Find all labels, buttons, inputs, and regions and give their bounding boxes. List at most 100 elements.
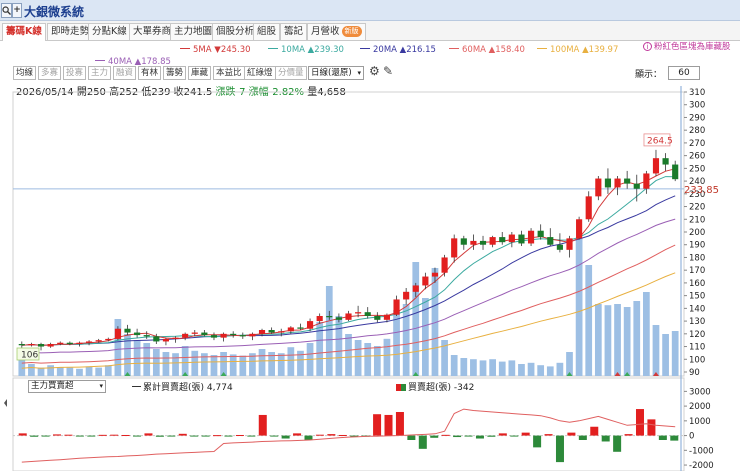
flow-tick-label: 0 <box>689 432 694 442</box>
candle-body <box>355 312 362 314</box>
candle-body <box>306 321 314 329</box>
flow-bar <box>178 433 187 436</box>
price-tick-label: 160 <box>689 279 705 289</box>
volume-bar <box>662 334 669 376</box>
volume-bar <box>575 238 583 376</box>
candle-body <box>662 158 669 165</box>
flow-bar <box>544 434 553 436</box>
flow-bar <box>144 433 153 436</box>
volume-bar <box>489 359 496 376</box>
legend-green-swatch <box>401 384 406 391</box>
candle-body <box>518 234 525 244</box>
flow-bar <box>327 434 336 436</box>
candle-body <box>345 313 352 320</box>
candle-body <box>66 342 73 344</box>
flow-tick-label: -1000 <box>689 446 714 456</box>
candle-body <box>278 331 285 333</box>
flow-bar <box>258 414 267 436</box>
flow-bar <box>75 435 84 437</box>
flow-bar <box>384 414 393 436</box>
candle-body <box>210 335 218 338</box>
volume-bar <box>518 364 525 376</box>
high-marker-label: 264.5 <box>647 136 673 146</box>
volume-bar <box>671 331 679 376</box>
candle-body <box>76 342 83 344</box>
candle-body <box>527 230 535 244</box>
flow-bar <box>201 435 210 437</box>
flow-bar <box>395 412 404 436</box>
flow-bar <box>555 435 564 463</box>
flow-bar <box>247 435 256 437</box>
volume-bar <box>162 352 170 376</box>
flow-bar <box>53 434 62 436</box>
cum-line-swatch <box>132 386 141 387</box>
candle-body <box>114 328 121 339</box>
indicator-select[interactable]: 主力買賣超 ▾ <box>28 380 106 393</box>
volume-bar <box>479 360 487 376</box>
flow-tick-label: 1000 <box>689 417 711 427</box>
flow-bar <box>167 435 176 437</box>
candle-body <box>172 337 179 339</box>
price-tick-label: 290 <box>689 113 705 123</box>
candle-body <box>556 244 563 250</box>
flow-bar <box>407 435 416 440</box>
flow-bar <box>464 435 473 437</box>
volume-bar <box>181 346 189 376</box>
candle-body <box>585 196 592 220</box>
volume-bar <box>585 265 593 376</box>
stock-chart[interactable]: 3103002902802702602502402302202102001901… <box>0 0 740 471</box>
price-tick-label: 120 <box>689 330 705 340</box>
candle-body <box>431 272 439 277</box>
volume-bar <box>470 359 477 376</box>
flow-bar <box>121 434 130 436</box>
volume-bar <box>546 366 554 376</box>
candle-body <box>95 340 102 342</box>
flow-bar <box>281 435 290 439</box>
flow-bar <box>41 435 50 437</box>
candle-body <box>604 178 612 188</box>
candle-body <box>576 219 583 239</box>
volume-bar <box>460 358 468 376</box>
candle-body <box>364 312 371 316</box>
flow-bar <box>98 434 107 436</box>
price-tick-label: 200 <box>689 228 705 238</box>
flow-tick-label: -2000 <box>689 461 714 471</box>
price-tick-label: 190 <box>689 241 705 251</box>
volume-bar <box>47 365 54 376</box>
candle-body <box>470 240 477 245</box>
volume-bar <box>56 367 64 376</box>
price-tick-label: 270 <box>689 139 705 149</box>
candle-body <box>614 178 621 188</box>
flow-bar <box>235 434 244 436</box>
flow-bar <box>18 433 27 436</box>
volume-bar <box>85 366 93 376</box>
price-tick-label: 130 <box>689 317 705 327</box>
price-tick-label: 310 <box>689 88 705 98</box>
price-tick-label: 110 <box>689 343 705 353</box>
flow-bar <box>453 435 462 438</box>
volume-bar <box>191 350 199 376</box>
flow-bar <box>373 414 382 436</box>
price-tick-label: 90 <box>689 368 700 378</box>
flow-bar <box>441 434 450 436</box>
flow-bar <box>430 435 439 438</box>
candle-body <box>239 335 246 337</box>
candle-body <box>335 317 342 320</box>
flow-bar <box>613 435 622 452</box>
volume-bar <box>498 361 506 376</box>
volume-bar <box>277 353 285 376</box>
volume-bar <box>412 262 420 376</box>
volume-bar <box>28 364 35 376</box>
volume-bar <box>604 305 612 376</box>
flow-bar <box>647 419 656 436</box>
price-panel-frame <box>12 91 685 377</box>
flow-bar <box>590 426 599 436</box>
volume-bar <box>402 304 410 376</box>
candle-body <box>451 238 458 258</box>
flow-bar <box>601 435 610 442</box>
volume-bar <box>527 362 535 376</box>
flow-bar <box>533 435 542 448</box>
flow-bar <box>304 435 313 440</box>
flow-bar <box>338 434 347 436</box>
flow-bar <box>293 433 302 436</box>
